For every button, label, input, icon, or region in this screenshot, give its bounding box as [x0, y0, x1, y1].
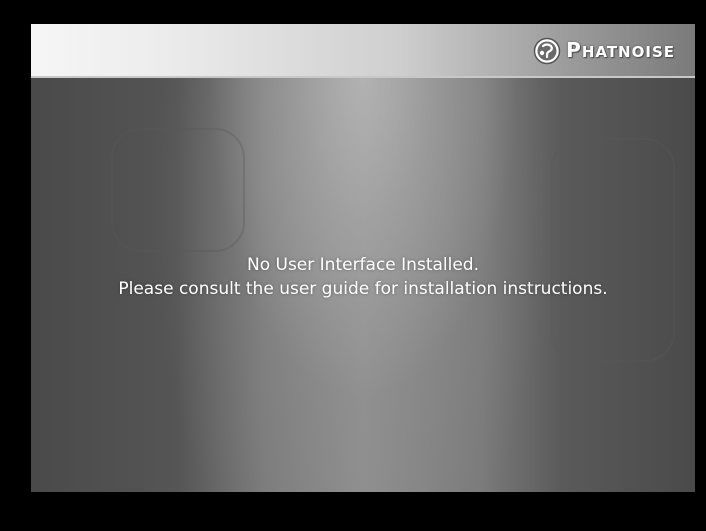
phatnoise-logo-icon	[533, 37, 561, 65]
message-line-1: No User Interface Installed.	[246, 255, 479, 275]
logo-text-rest: HATNOISE	[581, 43, 675, 61]
device-screen: PHATNOISE No User Interface Installed. P…	[0, 0, 706, 531]
background-shape-right	[551, 138, 675, 362]
phatnoise-logo: PHATNOISE	[533, 36, 675, 66]
message-line-2: Please consult the user guide for instal…	[118, 279, 608, 299]
background-shape-left	[111, 128, 245, 252]
logo-text-initial: P	[566, 38, 582, 62]
status-message: No User Interface Installed. Please cons…	[31, 253, 695, 301]
header-bar: PHATNOISE	[31, 24, 695, 78]
phatnoise-logo-text: PHATNOISE	[566, 36, 675, 66]
main-panel: No User Interface Installed. Please cons…	[31, 78, 695, 492]
